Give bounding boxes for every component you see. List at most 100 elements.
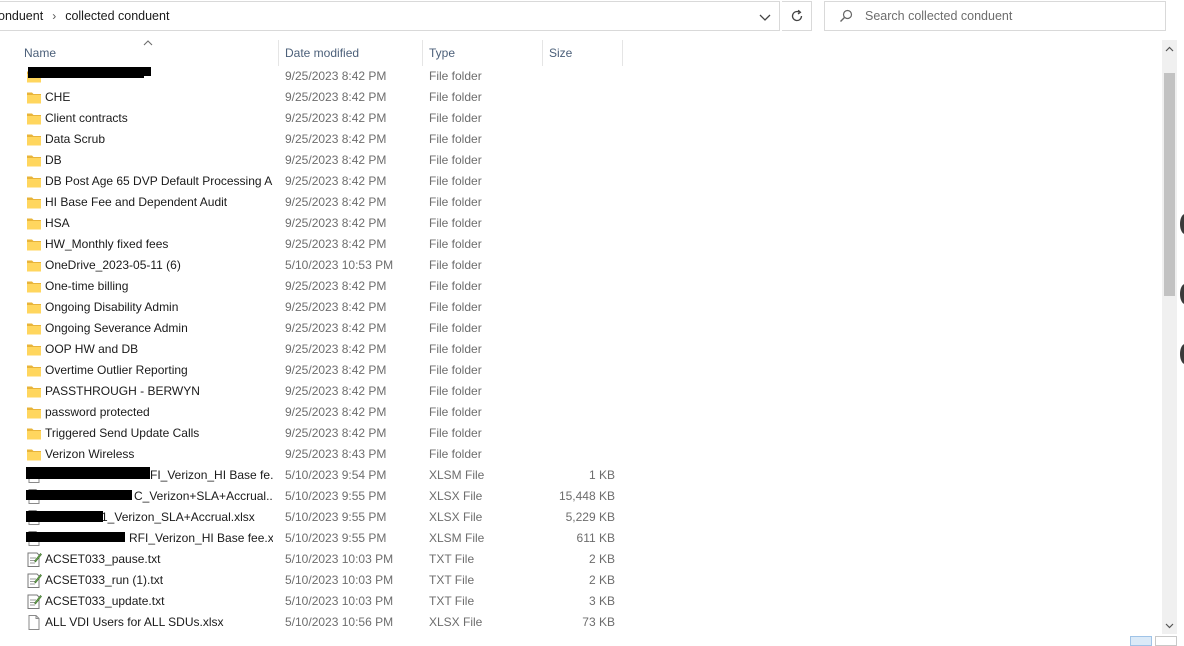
file-name[interactable]: 1_Verizon_SLA+Accrual.xlsx [101,507,273,528]
file-type: File folder [429,384,482,398]
text-file-icon [26,594,42,609]
file-name[interactable]: DB Post Age 65 DVP Default Processing A.… [45,171,273,192]
date-modified: 9/25/2023 8:42 PM [285,363,387,377]
file-name[interactable]: Triggered Send Update Calls [45,423,273,444]
file-row[interactable]: OneDrive_2023-05-11 (6) 5/10/2023 10:53 P… [0,255,1162,276]
file-size [545,276,615,297]
file-name[interactable]: ALL VDI Users for ALL SDUs.xlsx [45,612,273,633]
file-row[interactable]: DB 9/25/2023 8:42 PM File folder [0,150,1162,171]
file-name[interactable]: OneDrive_2023-05-11 (6) [45,255,273,276]
file-name[interactable]: Overtime Outlier Reporting [45,360,273,381]
column-header-size[interactable]: Size [543,40,572,66]
file-name[interactable]: password protected [45,402,273,423]
file-name[interactable]: Verizon Wireless [45,444,273,465]
file-name[interactable]: ACSET033_pause.txt [45,549,273,570]
date-modified: 9/25/2023 8:42 PM [285,237,387,251]
file-name[interactable]: ACSET033_run (1).txt [45,570,273,591]
file-name[interactable]: ACSET033_update.txt [45,591,273,612]
scrollbar-thumb[interactable] [1164,73,1175,296]
file-row[interactable]: FI_Verizon_HI Base fe... 5/10/2023 9:54 P… [0,465,1162,486]
file-row[interactable]: 9/25/2023 8:42 PM File folder [0,66,1162,87]
details-view-button[interactable] [1130,636,1152,646]
file-row[interactable]: Ongoing Disability Admin 9/25/2023 8:42 P… [0,297,1162,318]
file-type: File folder [429,90,482,104]
address-bar[interactable]: onduent › collected conduent [0,1,780,31]
file-size [545,108,615,129]
file-name[interactable]: C_Verizon+SLA+Accrual.... [134,486,273,507]
date-modified: 5/10/2023 10:53 PM [285,258,394,272]
file-size: 73 KB [582,615,615,629]
redaction-bar [26,474,146,479]
scroll-down-button[interactable] [1162,617,1177,634]
file-name[interactable]: DB [45,150,273,171]
vertical-scrollbar[interactable] [1162,40,1177,634]
file-row[interactable]: HSA 9/25/2023 8:42 PM File folder [0,213,1162,234]
file-name[interactable]: OOP HW and DB [45,339,273,360]
file-row[interactable]: RFI_Verizon_HI Base fee.x... 5/10/2023 9:… [0,528,1162,549]
date-modified: 9/25/2023 8:43 PM [285,447,387,461]
search-input[interactable] [865,9,1155,23]
file-size [545,150,615,171]
file-row[interactable]: PASSTHROUGH - BERWYN 9/25/2023 8:42 PM Fil… [0,381,1162,402]
file-type: File folder [429,300,482,314]
file-row[interactable]: Data Scrub 9/25/2023 8:42 PM File folder [0,129,1162,150]
file-name[interactable]: HSA [45,213,273,234]
date-modified: 9/25/2023 8:42 PM [285,90,387,104]
scroll-up-button[interactable] [1162,40,1177,57]
file-row[interactable]: ACSET033_run (1).txt 5/10/2023 10:03 PM TX… [0,570,1162,591]
file-row[interactable]: password protected 9/25/2023 8:42 PM File … [0,402,1162,423]
file-row[interactable]: Ongoing Severance Admin 9/25/2023 8:42 PM… [0,318,1162,339]
file-size [545,129,615,150]
breadcrumb-parent[interactable]: onduent [0,9,43,23]
file-list[interactable]: 9/25/2023 8:42 PM File folder CHE 9/25/2023… [0,66,1162,638]
file-row[interactable]: DB Post Age 65 DVP Default Processing A.… [0,171,1162,192]
file-type: File folder [429,195,482,209]
file-row[interactable]: ACSET033_update.txt 5/10/2023 10:03 PM TXT… [0,591,1162,612]
file-name[interactable]: Ongoing Disability Admin [45,297,273,318]
folder-icon [26,321,42,336]
file-name[interactable]: Client contracts [45,108,273,129]
file-size [545,87,615,108]
file-name[interactable]: One-time billing [45,276,273,297]
file-row[interactable]: OOP HW and DB 9/25/2023 8:42 PM File folde… [0,339,1162,360]
file-row[interactable]: HW_Monthly fixed fees 9/25/2023 8:42 PM Fi… [0,234,1162,255]
file-row[interactable]: 1_Verizon_SLA+Accrual.xlsx 5/10/2023 9:55… [0,507,1162,528]
file-name[interactable]: FI_Verizon_HI Base fe... [150,465,273,486]
file-name[interactable]: HW_Monthly fixed fees [45,234,273,255]
file-row[interactable]: Verizon Wireless 9/25/2023 8:43 PM File fo… [0,444,1162,465]
file-name[interactable]: CHE [45,87,273,108]
file-row[interactable]: ALL VDI Users for ALL SDUs.xlsx 5/10/2023… [0,612,1162,633]
column-divider[interactable] [622,40,623,66]
column-header-date-modified[interactable]: Date modified [279,40,359,66]
file-row[interactable]: Overtime Outlier Reporting 9/25/2023 8:42… [0,360,1162,381]
file-name[interactable]: HI Base Fee and Dependent Audit [45,192,273,213]
date-modified: 5/10/2023 10:56 PM [285,615,394,629]
file-row[interactable]: C_Verizon+SLA+Accrual.... 5/10/2023 9:55 … [0,486,1162,507]
file-name[interactable]: Data Scrub [45,129,273,150]
column-header-type[interactable]: Type [423,40,455,66]
file-name[interactable]: Ongoing Severance Admin [45,318,273,339]
edge-decoration [1180,214,1184,234]
file-row[interactable]: One-time billing 9/25/2023 8:42 PM File fo… [0,276,1162,297]
breadcrumb-chevron-icon[interactable]: › [52,9,56,23]
date-modified: 5/10/2023 10:03 PM [285,573,394,587]
date-modified: 9/25/2023 8:42 PM [285,111,387,125]
file-type: File folder [429,426,482,440]
file-row[interactable]: ACSET033_pause.txt 5/10/2023 10:03 PM TXT … [0,549,1162,570]
folder-icon [26,405,42,420]
file-type: File folder [429,258,482,272]
file-type: File folder [429,447,482,461]
large-icons-view-button[interactable] [1155,636,1177,646]
refresh-button[interactable] [782,1,812,31]
breadcrumb-current[interactable]: collected conduent [65,9,169,23]
file-row[interactable]: HI Base Fee and Dependent Audit 9/25/2023… [0,192,1162,213]
file-name[interactable]: RFI_Verizon_HI Base fee.x... [129,528,273,549]
search-box[interactable] [824,1,1166,31]
folder-icon [26,174,42,189]
file-row[interactable]: Client contracts 9/25/2023 8:42 PM File fo… [0,108,1162,129]
column-header-name[interactable]: Name [18,40,56,66]
file-row[interactable]: Triggered Send Update Calls 9/25/2023 8:4… [0,423,1162,444]
file-name[interactable]: PASSTHROUGH - BERWYN [45,381,273,402]
chevron-down-icon[interactable] [758,10,772,24]
file-row[interactable]: CHE 9/25/2023 8:42 PM File folder [0,87,1162,108]
